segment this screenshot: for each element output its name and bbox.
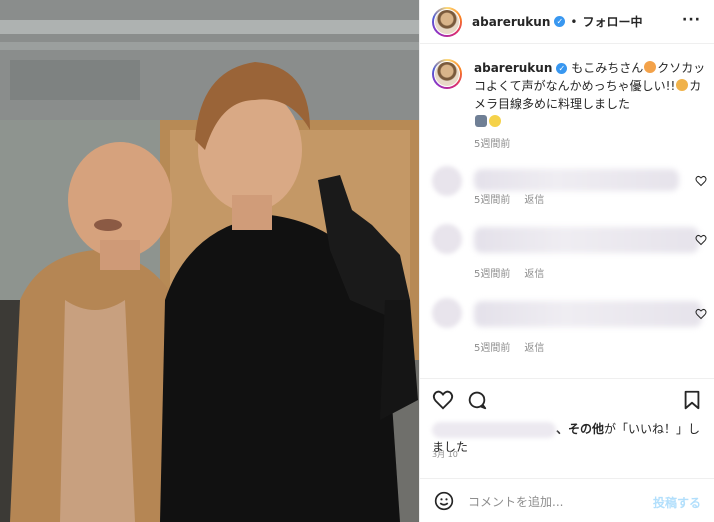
like-comment-heart-icon[interactable] — [695, 175, 707, 187]
post-header: abarerukun ✓ • フォロー中 ··· — [420, 0, 714, 44]
post-side-panel: abarerukun ✓ • フォロー中 ··· abarerukun ✓ もこみ… — [419, 0, 714, 522]
caption-text: abarerukun ✓ もこみちさん クソカッコよくて声がなんかめっちゃ優しい!!… — [474, 59, 707, 131]
post-date[interactable]: 3月 10 — [432, 449, 458, 460]
heart-eyes-emoji-icon — [676, 79, 689, 91]
comment-item — [432, 224, 707, 264]
comment-meta: 5週間前 返信 — [474, 265, 558, 280]
comment-avatar[interactable] — [432, 224, 462, 254]
likes-summary: 、その他が「いいね！」しました — [432, 420, 707, 456]
separator-dot: • — [570, 14, 578, 29]
comment-time[interactable]: 5週間前 — [474, 343, 510, 354]
instagram-post: abarerukun ✓ • フォロー中 ··· abarerukun ✓ もこみ… — [0, 0, 714, 522]
comment-text-blurred — [474, 301, 702, 327]
comment-avatar[interactable] — [432, 298, 462, 328]
comment-input[interactable]: コメントを追加... — [468, 493, 563, 510]
like-comment-heart-icon[interactable] — [695, 234, 707, 246]
post-caption: abarerukun ✓ もこみちさん クソカッコよくて声がなんかめっちゃ優しい!!… — [432, 59, 707, 131]
add-comment-bar: コメントを追加... 投稿する — [420, 478, 714, 522]
verified-badge-icon: ✓ — [554, 16, 566, 27]
more-options-icon[interactable]: ··· — [682, 12, 701, 28]
comment-time[interactable]: 5週間前 — [474, 195, 510, 206]
caption-avatar[interactable] — [432, 59, 462, 89]
comment-bubble-icon[interactable] — [466, 389, 488, 411]
photo-illustration — [0, 0, 419, 522]
header-username[interactable]: abarerukun — [472, 15, 550, 29]
reply-button[interactable]: 返信 — [524, 343, 544, 354]
like-heart-icon[interactable] — [432, 389, 454, 411]
save-bookmark-icon[interactable] — [681, 389, 703, 411]
avatar[interactable] — [432, 6, 462, 37]
comment-meta: 5週間前 返信 — [474, 339, 558, 354]
caption-time[interactable]: 5週間前 — [474, 135, 510, 150]
angry-face-emoji-icon — [644, 61, 657, 73]
magnifier-emoji-icon — [475, 115, 487, 127]
post-comment-button[interactable]: 投稿する — [653, 494, 701, 511]
emoji-smile-icon[interactable] — [434, 491, 454, 511]
caption-line1: もこみちさん — [571, 61, 644, 75]
sparkles-emoji-icon — [489, 115, 501, 127]
like-comment-heart-icon[interactable] — [695, 308, 707, 320]
post-actions — [420, 378, 714, 423]
likes-others[interactable]: 、その他 — [556, 422, 604, 436]
likes-user-blurred[interactable] — [432, 421, 556, 438]
reply-button[interactable]: 返信 — [524, 195, 544, 206]
comment-text-blurred — [474, 169, 679, 191]
comment-meta: 5週間前 返信 — [474, 191, 558, 206]
reply-button[interactable]: 返信 — [524, 269, 544, 280]
post-photo[interactable] — [0, 0, 419, 522]
comment-avatar[interactable] — [432, 166, 462, 196]
follow-status-button[interactable]: フォロー中 — [582, 13, 642, 30]
comment-time[interactable]: 5週間前 — [474, 269, 510, 280]
verified-badge-icon: ✓ — [556, 63, 568, 74]
comment-item — [432, 298, 707, 338]
caption-username[interactable]: abarerukun — [474, 61, 552, 75]
comment-text-blurred — [474, 227, 699, 253]
